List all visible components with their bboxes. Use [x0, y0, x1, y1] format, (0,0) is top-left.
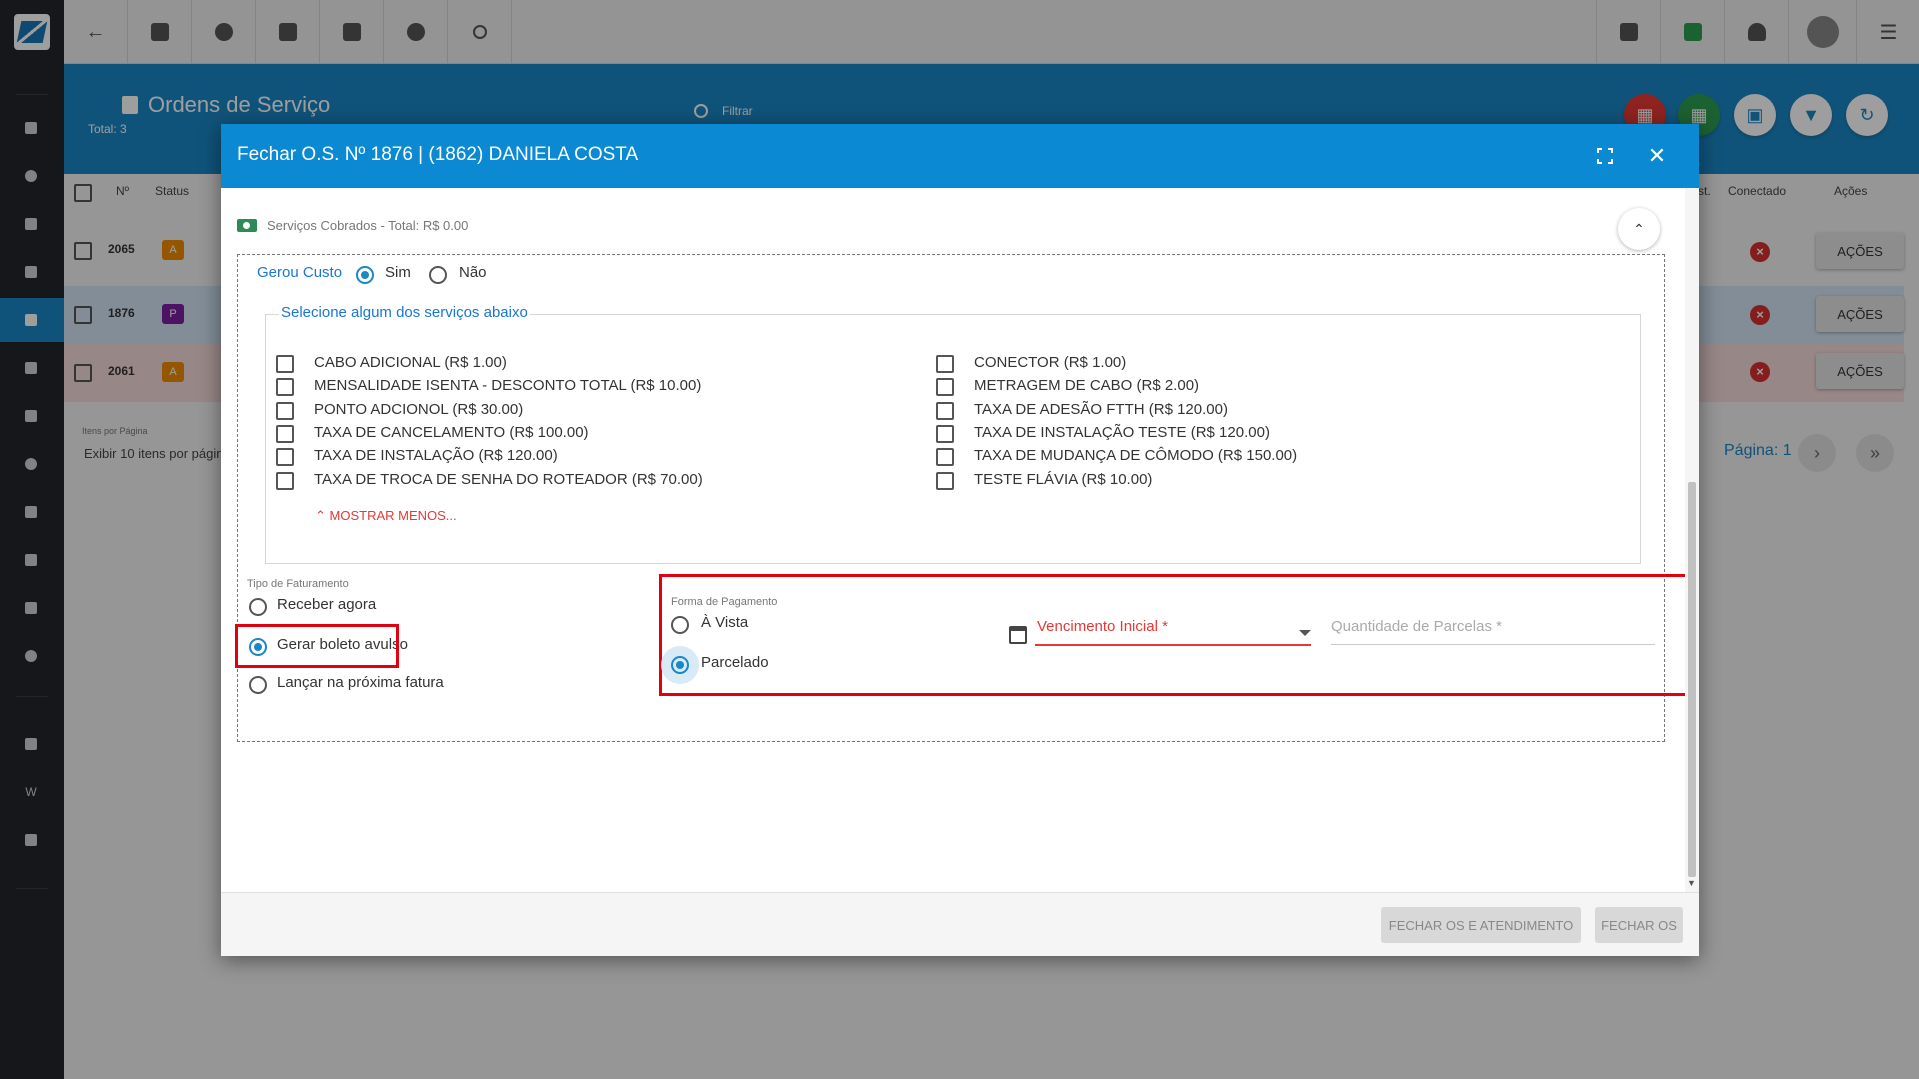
- highlight-boleto-frame: [235, 624, 399, 668]
- modal-header: Fechar O.S. Nº 1876 | (1862) DANIELA COS…: [221, 124, 1699, 188]
- service-checkbox[interactable]: [936, 471, 954, 490]
- due-date-underline: [1035, 644, 1311, 646]
- service-label[interactable]: TESTE FLÁVIA (R$ 10.00): [974, 471, 1152, 488]
- installments-field[interactable]: Quantidade de Parcelas *: [1331, 618, 1502, 635]
- service-label[interactable]: CABO ADICIONAL (R$ 1.00): [314, 354, 507, 371]
- service-checkbox[interactable]: [276, 355, 294, 373]
- service-checkbox[interactable]: [936, 401, 954, 420]
- billing-type-label: Tipo de Faturamento: [247, 578, 349, 590]
- close-icon[interactable]: ✕: [1645, 144, 1669, 168]
- show-less-link[interactable]: ⌃ MOSTRAR MENOS...: [315, 508, 457, 524]
- payment-method-label: Forma de Pagamento: [671, 596, 778, 608]
- scroll-down-arrow[interactable]: ▼: [1687, 878, 1696, 888]
- close-os-and-service-button[interactable]: FECHAR OS E ATENDIMENTO: [1381, 907, 1581, 943]
- receber-agora-radio[interactable]: [249, 598, 267, 616]
- money-icon: [237, 219, 257, 232]
- modal-footer: FECHAR OS E ATENDIMENTO FECHAR OS: [221, 892, 1699, 956]
- modal-title: Fechar O.S. Nº 1876 | (1862) DANIELA COS…: [237, 144, 639, 165]
- receber-agora-label[interactable]: Receber agora: [277, 596, 376, 613]
- chevron-down-icon[interactable]: [1299, 630, 1311, 636]
- service-label[interactable]: METRAGEM DE CABO (R$ 2.00): [974, 377, 1199, 394]
- service-checkbox[interactable]: [936, 424, 954, 443]
- gerou-custo-sim-label[interactable]: Sim: [385, 264, 411, 281]
- service-checkbox[interactable]: [276, 424, 294, 443]
- collapse-section-button[interactable]: ⌃: [1618, 208, 1660, 250]
- close-os-button[interactable]: FECHAR OS: [1595, 907, 1683, 943]
- service-label[interactable]: TAXA DE INSTALAÇÃO (R$ 120.00): [314, 447, 558, 464]
- service-label[interactable]: TAXA DE CANCELAMENTO (R$ 100.00): [314, 424, 589, 441]
- installments-underline: [1331, 644, 1655, 645]
- gerou-custo-nao-radio[interactable]: [429, 266, 447, 284]
- service-label[interactable]: MENSALIDADE ISENTA - DESCONTO TOTAL (R$ …: [314, 377, 701, 394]
- gerou-custo-label: Gerou Custo: [257, 264, 343, 281]
- service-checkbox[interactable]: [276, 378, 294, 397]
- service-checkbox[interactable]: [276, 448, 294, 467]
- lancar-proxima-fatura-radio[interactable]: [249, 676, 267, 694]
- service-checkbox[interactable]: [936, 448, 954, 467]
- parcelado-label[interactable]: Parcelado: [701, 654, 769, 671]
- service-checkbox[interactable]: [936, 378, 954, 397]
- service-label[interactable]: PONTO ADCIONOL (R$ 30.00): [314, 401, 523, 418]
- service-label[interactable]: TAXA DE INSTALAÇÃO TESTE (R$ 120.00): [974, 424, 1270, 441]
- due-date-field[interactable]: Vencimento Inicial *: [1037, 618, 1168, 635]
- service-label[interactable]: TAXA DE TROCA DE SENHA DO ROTEADOR (R$ 7…: [314, 471, 703, 488]
- service-checkbox[interactable]: [276, 471, 294, 490]
- gerou-custo-nao-label[interactable]: Não: [459, 264, 487, 281]
- a-vista-label[interactable]: À Vista: [701, 614, 748, 631]
- gerou-custo-sim-radio[interactable]: [356, 266, 374, 284]
- lancar-proxima-fatura-label[interactable]: Lançar na próxima fatura: [277, 674, 444, 691]
- service-label[interactable]: TAXA DE MUDANÇA DE CÔMODO (R$ 150.00): [974, 447, 1297, 464]
- service-label[interactable]: TAXA DE ADESÃO FTTH (R$ 120.00): [974, 401, 1228, 418]
- close-order-modal: Fechar O.S. Nº 1876 | (1862) DANIELA COS…: [221, 124, 1699, 956]
- parcelado-radio[interactable]: [671, 656, 689, 674]
- services-legend: Selecione algum dos serviços abaixo: [279, 304, 530, 321]
- highlight-payment-frame: [659, 574, 1689, 696]
- service-checkbox[interactable]: [936, 355, 954, 373]
- calendar-icon[interactable]: [1009, 626, 1027, 644]
- section-title: Serviços Cobrados - Total: R$ 0.00: [237, 218, 468, 233]
- service-label[interactable]: CONECTOR (R$ 1.00): [974, 354, 1126, 371]
- a-vista-radio[interactable]: [671, 616, 689, 634]
- service-checkbox[interactable]: [276, 401, 294, 420]
- fullscreen-icon[interactable]: [1597, 148, 1613, 164]
- scrollbar-thumb[interactable]: [1688, 482, 1696, 877]
